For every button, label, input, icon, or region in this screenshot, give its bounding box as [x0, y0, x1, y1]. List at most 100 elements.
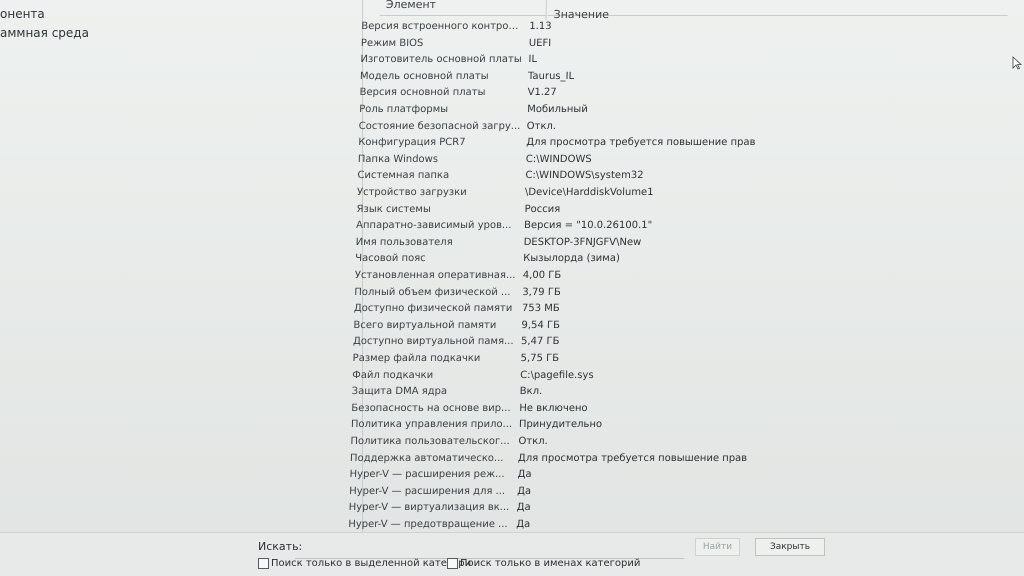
table-row[interactable]: Hyper-V — расширения для ... Да: [349, 483, 1011, 500]
row-element-value: Для просмотра требуется повышение прав: [517, 452, 748, 464]
row-element-name: Доступно виртуальной памя...: [352, 336, 514, 348]
row-element-name: Hyper-V — расширения для ...: [348, 485, 506, 497]
table-row[interactable]: Состояние безопасной загру... Откл.: [358, 118, 1020, 135]
checkbox-label: Поиск только в именах категорий: [460, 558, 641, 569]
row-element-name: Hyper-V — предотвращение ...: [348, 519, 508, 530]
row-element-name: Защита DMA ядра: [351, 386, 448, 398]
row-element-value: Да: [516, 502, 531, 514]
tree-item-components[interactable]: онента: [0, 7, 45, 21]
row-element-value: Вкл.: [519, 386, 543, 398]
row-element-value: Taurus_IL: [527, 70, 575, 82]
table-row[interactable]: Версия основной платы V1.27: [359, 84, 1021, 101]
row-element-name: Полный объем физической ...: [354, 286, 511, 298]
find-button[interactable]: Найти: [695, 538, 740, 556]
row-element-value: 5,75 ГБ: [520, 353, 560, 364]
table-row[interactable]: Устройство загрузки \Device\HarddiskVolum…: [357, 184, 1019, 201]
row-element-name: Состояние безопасной загру...: [358, 120, 521, 132]
row-element-name: Системная папка: [357, 170, 450, 182]
row-element-name: Установленная оперативная...: [354, 270, 516, 281]
checkbox-search-category-names[interactable]: Поиск только в именах категорий: [447, 558, 640, 569]
row-element-value: \Device\HarddiskVolume1: [524, 187, 654, 198]
table-row[interactable]: Файл подкачки C:\pagefile.sys: [352, 367, 1014, 384]
column-header-value[interactable]: Значение: [547, 0, 1009, 21]
table-row[interactable]: Установленная оперативная... 4,00 ГБ: [355, 267, 1017, 284]
row-element-value: Не включено: [519, 402, 588, 414]
table-row[interactable]: Конфигурация PCR7 Для просмотра требуется…: [358, 134, 1020, 151]
row-element-value: Откл.: [526, 120, 557, 132]
row-element-name: Часовой пояс: [355, 253, 426, 265]
table-row[interactable]: Режим BIOS UEFI: [361, 35, 1023, 52]
table-row[interactable]: Версия встроенного контрол... 1.13: [361, 18, 1023, 35]
row-element-name: Язык системы: [356, 203, 431, 215]
table-row[interactable]: Всего виртуальной памяти 9,54 ГБ: [353, 317, 1015, 334]
checkbox-label: Поиск только в выделенной категори: [271, 558, 472, 569]
table-row[interactable]: Политика пользовательског... Откл.: [350, 433, 1012, 450]
table-row[interactable]: Имя пользователя DESKTOP-3FNJGFV\New: [355, 234, 1017, 251]
row-element-name: Hyper-V — расширения реж...: [349, 469, 505, 481]
table-row[interactable]: Часовой пояс Кызылорда (зима): [355, 250, 1017, 267]
row-element-name: Размер файла подкачки: [352, 353, 481, 364]
row-element-name: Доступно физической памяти: [353, 303, 513, 315]
row-element-name: Аппаратно-зависимый уров...: [355, 220, 512, 232]
close-button[interactable]: Закрыть: [755, 538, 825, 556]
table-row[interactable]: Системная папка C:\WINDOWS\system32: [357, 167, 1019, 184]
column-header-element[interactable]: Элемент: [379, 0, 547, 16]
table-row[interactable]: Модель основной платы Taurus_IL: [360, 68, 1022, 85]
row-element-value: UEFI: [528, 37, 552, 49]
table-row[interactable]: Полный объем физической ... 3,79 ГБ: [354, 284, 1016, 301]
table-row[interactable]: Hyper-V — предотвращение ... Да: [348, 516, 1010, 532]
table-row[interactable]: Поддержка автоматическо... Для просмотра …: [350, 450, 1012, 467]
table-row[interactable]: Политика управления прило... Принудительн…: [351, 416, 1013, 433]
table-row[interactable]: Доступно виртуальной памя... 5,47 ГБ: [353, 333, 1015, 350]
row-element-value: IL: [528, 54, 538, 66]
row-element-value: 3,79 ГБ: [522, 286, 561, 298]
row-element-name: Политика управления прило...: [350, 419, 513, 431]
mouse-pointer-icon: [1012, 56, 1022, 70]
table-row[interactable]: Hyper-V — расширения реж... Да: [349, 466, 1011, 483]
row-element-value: C:\WINDOWS: [525, 153, 592, 165]
category-tree[interactable]: онента аммная среда: [0, 0, 363, 532]
tree-item-software-environment[interactable]: аммная среда: [0, 26, 89, 40]
row-element-value: Мобильный: [526, 104, 588, 115]
checkbox-search-selected-category[interactable]: Поиск только в выделенной категори: [258, 558, 471, 569]
table-row[interactable]: Безопасность на основе вир... Не включено: [351, 400, 1013, 417]
table-row[interactable]: Роль платформы Мобильный: [359, 101, 1021, 118]
row-element-name: Версия встроенного контрол...: [361, 21, 524, 32]
row-element-value: C:\WINDOWS\system32: [525, 170, 644, 182]
checkbox-box[interactable]: [258, 558, 269, 569]
checkbox-box[interactable]: [447, 558, 458, 569]
system-summary-table: Версия встроенного контрол... 1.13 Режим B…: [348, 18, 1023, 532]
system-information-window: онента аммная среда Элемент Значение Вер…: [0, 0, 1024, 576]
row-element-name: Папка Windows: [357, 153, 439, 165]
row-element-value: Россия: [524, 203, 561, 215]
table-row[interactable]: Hyper-V — виртуализация вк... Да: [348, 499, 1010, 516]
table-row[interactable]: Аппаратно-зависимый уров... Версия = "10.…: [356, 217, 1018, 234]
table-row[interactable]: Изготовитель основной платы IL: [360, 51, 1022, 68]
row-element-value: 1.13: [529, 21, 552, 32]
row-element-value: Принудительно: [518, 419, 603, 431]
table-row[interactable]: Защита DMA ядра Вкл.: [352, 383, 1014, 400]
row-element-value: DESKTOP-3FNJGFV\New: [523, 236, 642, 248]
search-bar: Искать: Найти Закрыть Поиск только в выд…: [0, 532, 1024, 576]
row-element-name: Поддержка автоматическо...: [349, 452, 504, 464]
row-element-value: 9,54 ГБ: [521, 319, 561, 331]
row-element-value: Да: [516, 485, 532, 497]
row-element-name: Роль платформы: [358, 104, 449, 115]
row-element-value: V1.27: [527, 87, 557, 99]
row-element-value: Для просмотра требуется повышение прав: [526, 137, 756, 149]
table-row[interactable]: Язык системы Россия: [356, 201, 1018, 218]
row-element-value: 5,47 ГБ: [520, 336, 560, 348]
row-element-name: Изготовитель основной платы: [360, 54, 522, 66]
row-element-name: Файл подкачки: [352, 369, 434, 381]
table-row[interactable]: Размер файла подкачки 5,75 ГБ: [352, 350, 1014, 367]
row-element-name: Версия основной платы: [359, 87, 486, 99]
row-element-name: Имя пользователя: [355, 236, 453, 248]
search-input[interactable]: [295, 536, 684, 559]
row-element-name: Модель основной платы: [359, 70, 489, 82]
table-row[interactable]: Папка Windows C:\WINDOWS: [358, 151, 1020, 168]
system-summary-panel: Элемент Значение Версия встроенного конт…: [348, 0, 1024, 532]
table-row[interactable]: Доступно физической памяти 753 МБ: [354, 300, 1016, 317]
row-element-value: Да: [516, 519, 531, 530]
row-element-name: Всего виртуальной памяти: [353, 319, 497, 331]
row-element-name: Режим BIOS: [360, 37, 424, 49]
